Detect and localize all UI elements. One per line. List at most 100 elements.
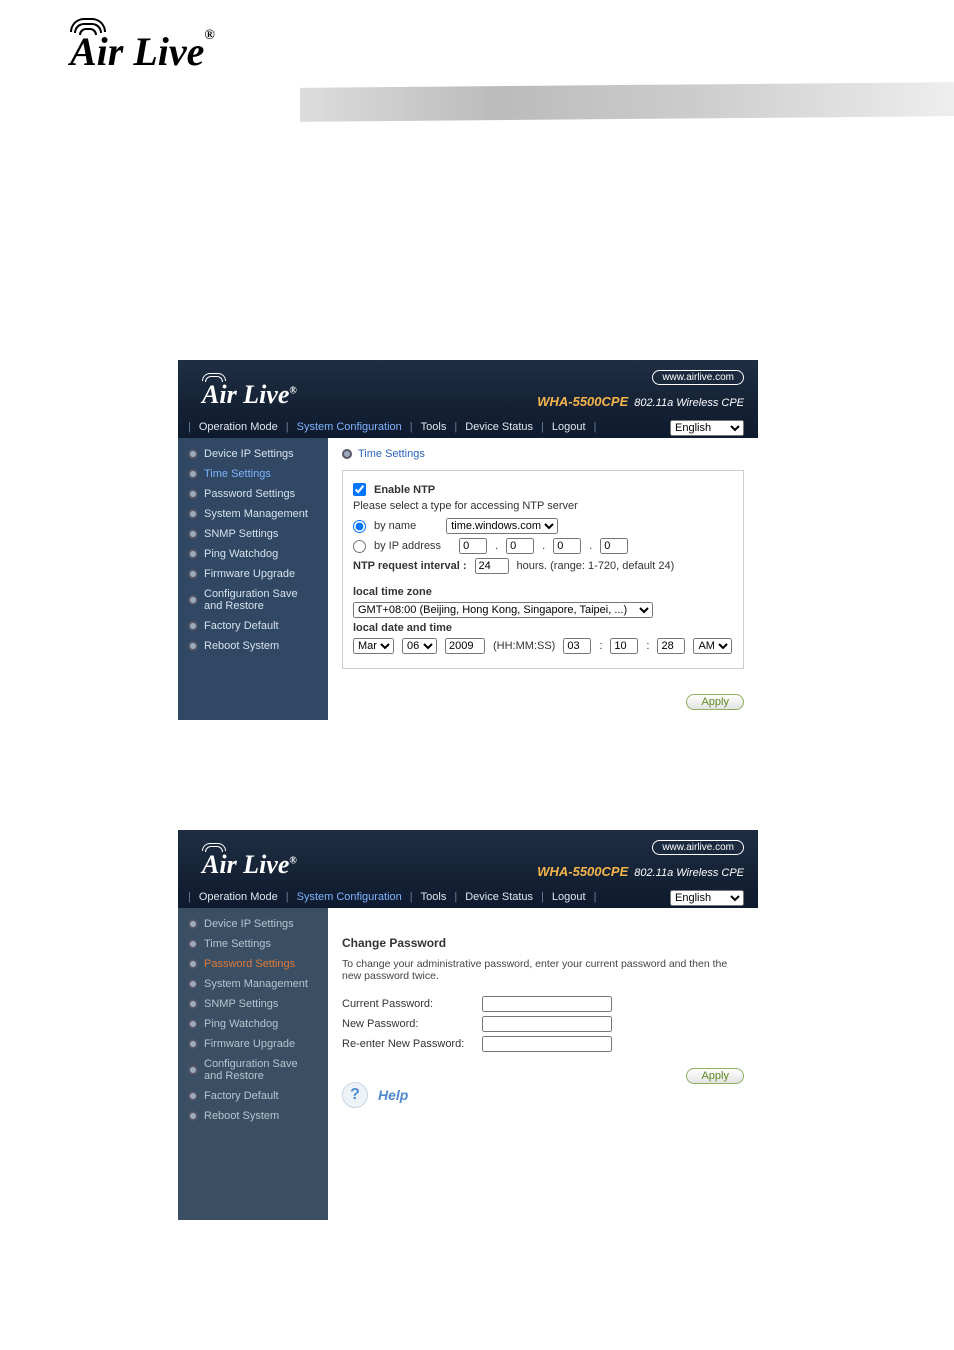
router-header: Air Live® www.airlive.com WHA-5500CPE802… <box>178 360 758 438</box>
sidebar-item-firmware[interactable]: Firmware Upgrade <box>178 1034 328 1054</box>
sidebar-item-device-ip[interactable]: Device IP Settings <box>178 914 328 934</box>
ip-octet-4[interactable] <box>600 538 628 554</box>
apply-button[interactable]: Apply <box>686 1068 744 1084</box>
second-input[interactable] <box>657 638 685 654</box>
router-header: Air Live® www.airlive.com WHA-5500CPE802… <box>178 830 758 908</box>
radio-icon <box>188 595 198 605</box>
year-input[interactable] <box>445 638 485 654</box>
tab-device-status[interactable]: Device Status <box>457 891 541 903</box>
radio-icon <box>188 449 198 459</box>
sidebar-item-firmware[interactable]: Firmware Upgrade <box>178 564 328 584</box>
tab-system-configuration[interactable]: System Configuration <box>289 421 410 433</box>
month-select[interactable]: Mar <box>353 638 394 654</box>
radio-icon <box>188 469 198 479</box>
sidebar-item-device-ip[interactable]: Device IP Settings <box>178 444 328 464</box>
minute-input[interactable] <box>610 638 638 654</box>
sidebar-item-system-mgmt[interactable]: System Management <box>178 974 328 994</box>
new-password-label: New Password: <box>342 1018 482 1030</box>
radio-icon <box>188 509 198 519</box>
ip-octet-2[interactable] <box>506 538 534 554</box>
tab-operation-mode[interactable]: Operation Mode <box>191 891 286 903</box>
timezone-select[interactable]: GMT+08:00 (Beijing, Hong Kong, Singapore… <box>353 602 653 618</box>
sidebar-item-system-mgmt[interactable]: System Management <box>178 504 328 524</box>
ntp-server-select[interactable]: time.windows.com <box>446 518 558 534</box>
ntp-interval-suffix: hours. (range: 1-720, default 24) <box>517 560 675 572</box>
sidebar-item-factory-default[interactable]: Factory Default <box>178 1086 328 1106</box>
radio-icon <box>188 999 198 1009</box>
tab-tools[interactable]: Tools <box>413 891 455 903</box>
nav-tabs: | Operation Mode| System Configuration| … <box>188 416 596 438</box>
sidebar-item-reboot[interactable]: Reboot System <box>178 636 328 656</box>
reenter-password-input[interactable] <box>482 1036 612 1052</box>
sidebar-item-config-save[interactable]: Configuration Save and Restore <box>178 584 328 616</box>
radio-icon <box>188 1065 198 1075</box>
new-password-input[interactable] <box>482 1016 612 1032</box>
tab-logout[interactable]: Logout <box>544 421 594 433</box>
router-logo: Air Live® <box>202 850 297 880</box>
radio-icon <box>342 449 352 459</box>
ntp-interval-input[interactable] <box>475 558 509 574</box>
sidebar-item-ping-watchdog[interactable]: Ping Watchdog <box>178 1014 328 1034</box>
reg-mark: ® <box>204 28 214 43</box>
sidebar: Device IP Settings Time Settings Passwor… <box>178 438 328 720</box>
main-panel-password: Change Password To change your administr… <box>328 908 758 1220</box>
tab-system-configuration[interactable]: System Configuration <box>289 891 410 903</box>
ip-octet-1[interactable] <box>459 538 487 554</box>
tab-device-status[interactable]: Device Status <box>457 421 541 433</box>
radio-icon <box>188 1111 198 1121</box>
radio-icon <box>188 529 198 539</box>
sidebar-item-factory-default[interactable]: Factory Default <box>178 616 328 636</box>
help-text: Help <box>378 1087 408 1103</box>
model-label: WHA-5500CPE802.11a Wireless CPE <box>537 394 744 409</box>
sidebar-item-password[interactable]: Password Settings <box>178 484 328 504</box>
url-badge[interactable]: www.airlive.com <box>652 370 744 385</box>
local-tz-label: local time zone <box>353 586 733 598</box>
sidebar-item-ping-watchdog[interactable]: Ping Watchdog <box>178 544 328 564</box>
tab-tools[interactable]: Tools <box>413 421 455 433</box>
tab-operation-mode[interactable]: Operation Mode <box>191 421 286 433</box>
radio-icon <box>188 641 198 651</box>
sidebar-item-snmp[interactable]: SNMP Settings <box>178 994 328 1014</box>
sidebar-item-config-save[interactable]: Configuration Save and Restore <box>178 1054 328 1086</box>
radio-icon <box>188 489 198 499</box>
help-bubble[interactable]: ? Help <box>342 1082 744 1108</box>
hhmmss-label: (HH:MM:SS) <box>493 640 555 652</box>
sidebar-item-snmp[interactable]: SNMP Settings <box>178 524 328 544</box>
radio-icon <box>188 979 198 989</box>
by-name-label: by name <box>374 520 416 532</box>
change-password-title: Change Password <box>342 936 744 950</box>
screenshot-password-settings: Air Live® www.airlive.com WHA-5500CPE802… <box>178 830 758 1220</box>
sidebar-item-reboot[interactable]: Reboot System <box>178 1106 328 1126</box>
enable-ntp-checkbox[interactable] <box>353 483 366 496</box>
language-select[interactable]: English <box>670 890 744 906</box>
ntp-by-name-radio[interactable] <box>353 520 366 533</box>
local-dt-label: local date and time <box>353 622 733 634</box>
ntp-fieldset: Enable NTP Please select a type for acce… <box>342 470 744 669</box>
by-ip-label: by IP address <box>374 540 441 552</box>
sidebar-item-time-settings[interactable]: Time Settings <box>178 934 328 954</box>
sidebar-item-time-settings[interactable]: Time Settings <box>178 464 328 484</box>
language-select[interactable]: English <box>670 420 744 436</box>
hour-input[interactable] <box>563 638 591 654</box>
apply-button[interactable]: Apply <box>686 694 744 710</box>
ip-octet-3[interactable] <box>553 538 581 554</box>
radio-icon <box>188 1091 198 1101</box>
ntp-interval-label: NTP request interval : <box>353 560 467 572</box>
tab-logout[interactable]: Logout <box>544 891 594 903</box>
url-badge[interactable]: www.airlive.com <box>652 840 744 855</box>
main-panel-time: Time Settings Enable NTP Please select a… <box>328 438 758 720</box>
radio-icon <box>188 939 198 949</box>
sidebar: Device IP Settings Time Settings Passwor… <box>178 908 328 1220</box>
day-select[interactable]: 06 <box>402 638 437 654</box>
radio-icon <box>188 1039 198 1049</box>
question-icon: ? <box>342 1082 368 1108</box>
radio-icon <box>188 621 198 631</box>
logo-text: Air Live <box>70 29 204 74</box>
radio-icon <box>188 549 198 559</box>
ampm-select[interactable]: AM <box>693 638 732 654</box>
sidebar-item-password[interactable]: Password Settings <box>178 954 328 974</box>
language-select-wrap: English <box>670 418 744 436</box>
header-swoosh <box>300 82 954 122</box>
current-password-input[interactable] <box>482 996 612 1012</box>
ntp-by-ip-radio[interactable] <box>353 540 366 553</box>
